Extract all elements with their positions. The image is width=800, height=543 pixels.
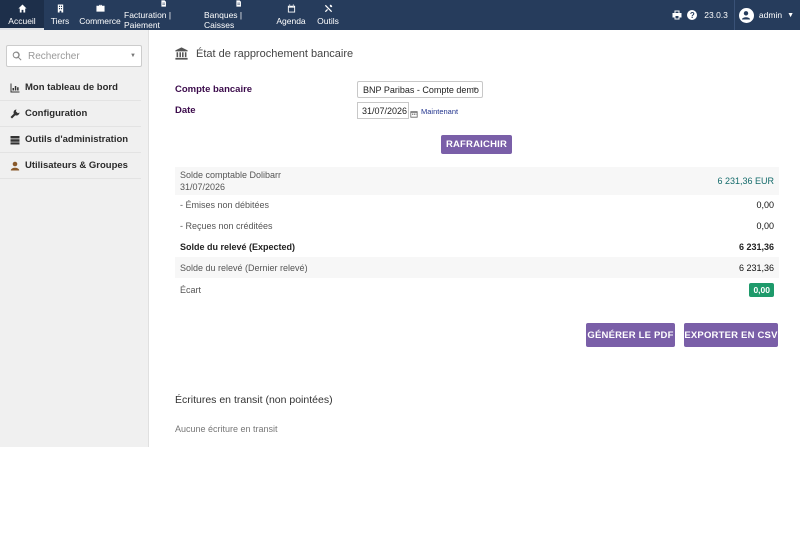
sidebar-item-label: Configuration <box>25 108 88 119</box>
last-statement-value: 6 231,36 <box>738 262 774 273</box>
now-link[interactable]: Maintenant <box>421 107 458 116</box>
calendar-icon <box>287 4 295 13</box>
user-icon <box>742 11 751 20</box>
search-input[interactable]: Rechercher ▼ <box>6 45 142 67</box>
date-input[interactable]: 31/07/2026 <box>357 102 409 119</box>
sidebar-item-label: Utilisateurs & Groupes <box>25 160 128 171</box>
tools-icon <box>324 4 332 13</box>
calendar-icon[interactable] <box>410 107 418 118</box>
balance-label: Solde du relevé (Expected) <box>180 241 296 252</box>
left-sidebar: Rechercher ▼ Mon tableau de bord Configu… <box>0 30 149 447</box>
date-label: Date <box>175 105 196 116</box>
balance-label: Écart <box>180 284 202 295</box>
balance-row-gap: Écart 0,00 <box>175 279 779 300</box>
export-csv-button[interactable]: EXPORTER EN CSV <box>684 323 778 347</box>
server-icon <box>10 135 20 144</box>
accounting-balance-value: 6 231,36 EUR <box>717 176 774 186</box>
user-menu[interactable]: admin ▼ <box>733 0 800 30</box>
balance-row-last-statement: Solde du relevé (Dernier relevé) 6 231,3… <box>175 257 779 278</box>
nav-item-commerce[interactable]: Commerce <box>78 0 122 30</box>
search-placeholder: Rechercher <box>28 50 80 62</box>
chevron-down-icon: ▼ <box>787 11 794 19</box>
generate-pdf-button[interactable]: GÉNÉRER LE PDF <box>586 323 675 347</box>
help-icon[interactable]: ? <box>686 9 698 21</box>
top-navigation-bar: Accueil Tiers Commerce Facturation | Pai… <box>0 0 800 30</box>
sidebar-item-label: Mon tableau de bord <box>25 82 118 93</box>
sidebar-item-admin-tools[interactable]: Outils d'administration <box>0 127 141 153</box>
sidebar-item-dashboard[interactable]: Mon tableau de bord <box>0 75 141 101</box>
balance-label: Solde comptable Dolibarr <box>180 170 282 180</box>
balance-row-expected: Solde du relevé (Expected) 6 231,36 <box>175 236 779 257</box>
balance-row-accounting: Solde comptable Dolibarr 31/07/2026 6 23… <box>175 167 779 195</box>
bank-icon <box>175 47 188 60</box>
balance-label: - Émises non débitées <box>180 199 270 210</box>
account-label: Compte bancaire <box>175 84 253 95</box>
username: admin <box>758 10 783 20</box>
date-value: 31/07/2026 <box>362 105 408 116</box>
section-title: Écritures en transit (non pointées) <box>175 394 333 406</box>
nav-item-tiers[interactable]: Tiers <box>44 0 76 30</box>
refresh-button[interactable]: RAFRAICHIR <box>441 135 512 154</box>
balance-row-issued: - Émises non débitées 0,00 <box>175 194 779 215</box>
empty-state-text: Aucune écriture en transit <box>175 424 278 434</box>
building-icon <box>57 4 63 13</box>
print-icon[interactable] <box>671 9 683 21</box>
issued-value: 0,00 <box>756 199 774 210</box>
home-icon <box>17 4 27 13</box>
briefcase-icon <box>95 4 105 12</box>
nav-item-facturation[interactable]: Facturation | Paiement <box>124 0 202 30</box>
nav-item-accueil[interactable]: Accueil <box>0 0 44 30</box>
document-icon <box>160 0 166 7</box>
status-badge: 0,00 <box>749 282 774 297</box>
document-icon <box>235 0 241 7</box>
topbar-right: ? 23.0.3 admin ▼ <box>671 0 800 30</box>
expected-value: 6 231,36 <box>738 241 774 252</box>
chart-icon <box>10 83 20 92</box>
version-label: 23.0.3 <box>704 10 728 20</box>
user-icon <box>10 161 20 170</box>
nav-label: Agenda <box>276 16 306 26</box>
search-icon <box>12 51 22 61</box>
avatar <box>738 7 754 23</box>
nav-item-agenda[interactable]: Agenda <box>274 0 308 30</box>
page-header: État de rapprochement bancaire <box>175 47 353 60</box>
nav-label: Commerce <box>79 16 121 26</box>
balance-row-received: - Reçues non créditées 0,00 <box>175 215 779 236</box>
bank-account-value: BNP Paribas - Compte demo <box>363 84 479 95</box>
balance-label: - Reçues non créditées <box>180 220 273 231</box>
sidebar-item-label: Outils d'administration <box>25 134 129 145</box>
nav-label: Outils <box>317 16 339 26</box>
page-title: État de rapprochement bancaire <box>196 47 354 60</box>
nav-label: Facturation | Paiement <box>124 10 172 30</box>
balance-label-group: Solde comptable Dolibarr 31/07/2026 <box>180 170 281 192</box>
balance-label: Solde du relevé (Dernier relevé) <box>180 262 308 273</box>
received-value: 0,00 <box>756 220 774 231</box>
nav-item-outils[interactable]: Outils <box>312 0 344 30</box>
balance-date: 31/07/2026 <box>180 182 226 192</box>
chevron-down-icon: ▼ <box>130 53 136 59</box>
sidebar-item-configuration[interactable]: Configuration <box>0 101 141 127</box>
chevron-down-icon: ▼ <box>472 86 478 93</box>
bank-account-select[interactable]: BNP Paribas - Compte demo ▼ <box>357 81 483 98</box>
nav-item-banques[interactable]: Banques | Caisses <box>204 0 272 30</box>
sidebar-item-users-groups[interactable]: Utilisateurs & Groupes <box>0 153 141 179</box>
nav-label: Accueil <box>8 16 36 26</box>
nav-label: Tiers <box>50 16 70 26</box>
nav-label: Banques | Caisses <box>204 10 243 30</box>
wrench-icon <box>10 109 20 118</box>
